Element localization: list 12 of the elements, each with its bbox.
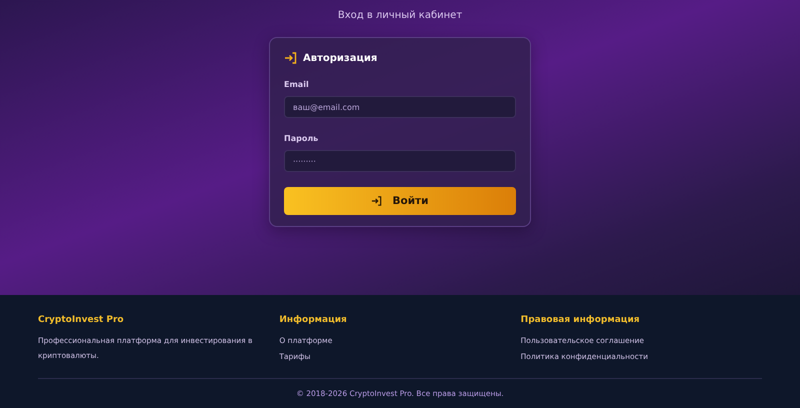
field-label: Пароль bbox=[284, 134, 320, 143]
sign-in-icon bbox=[371, 196, 382, 206]
input-field[interactable]: ваш@email.com bbox=[284, 96, 516, 118]
card-title: Авторизация bbox=[303, 52, 378, 64]
footer-heading: Информация bbox=[279, 315, 348, 325]
login-button[interactable]: Войти bbox=[284, 187, 516, 215]
sign-in-icon bbox=[284, 52, 297, 64]
field-label: Email bbox=[284, 80, 310, 89]
page-title: Вход в личный кабинет bbox=[338, 10, 462, 21]
input-field[interactable]: ········· bbox=[284, 150, 516, 172]
footer-heading: CryptoInvest Pro bbox=[38, 315, 125, 325]
footer-heading: Правовая информация bbox=[520, 315, 641, 325]
